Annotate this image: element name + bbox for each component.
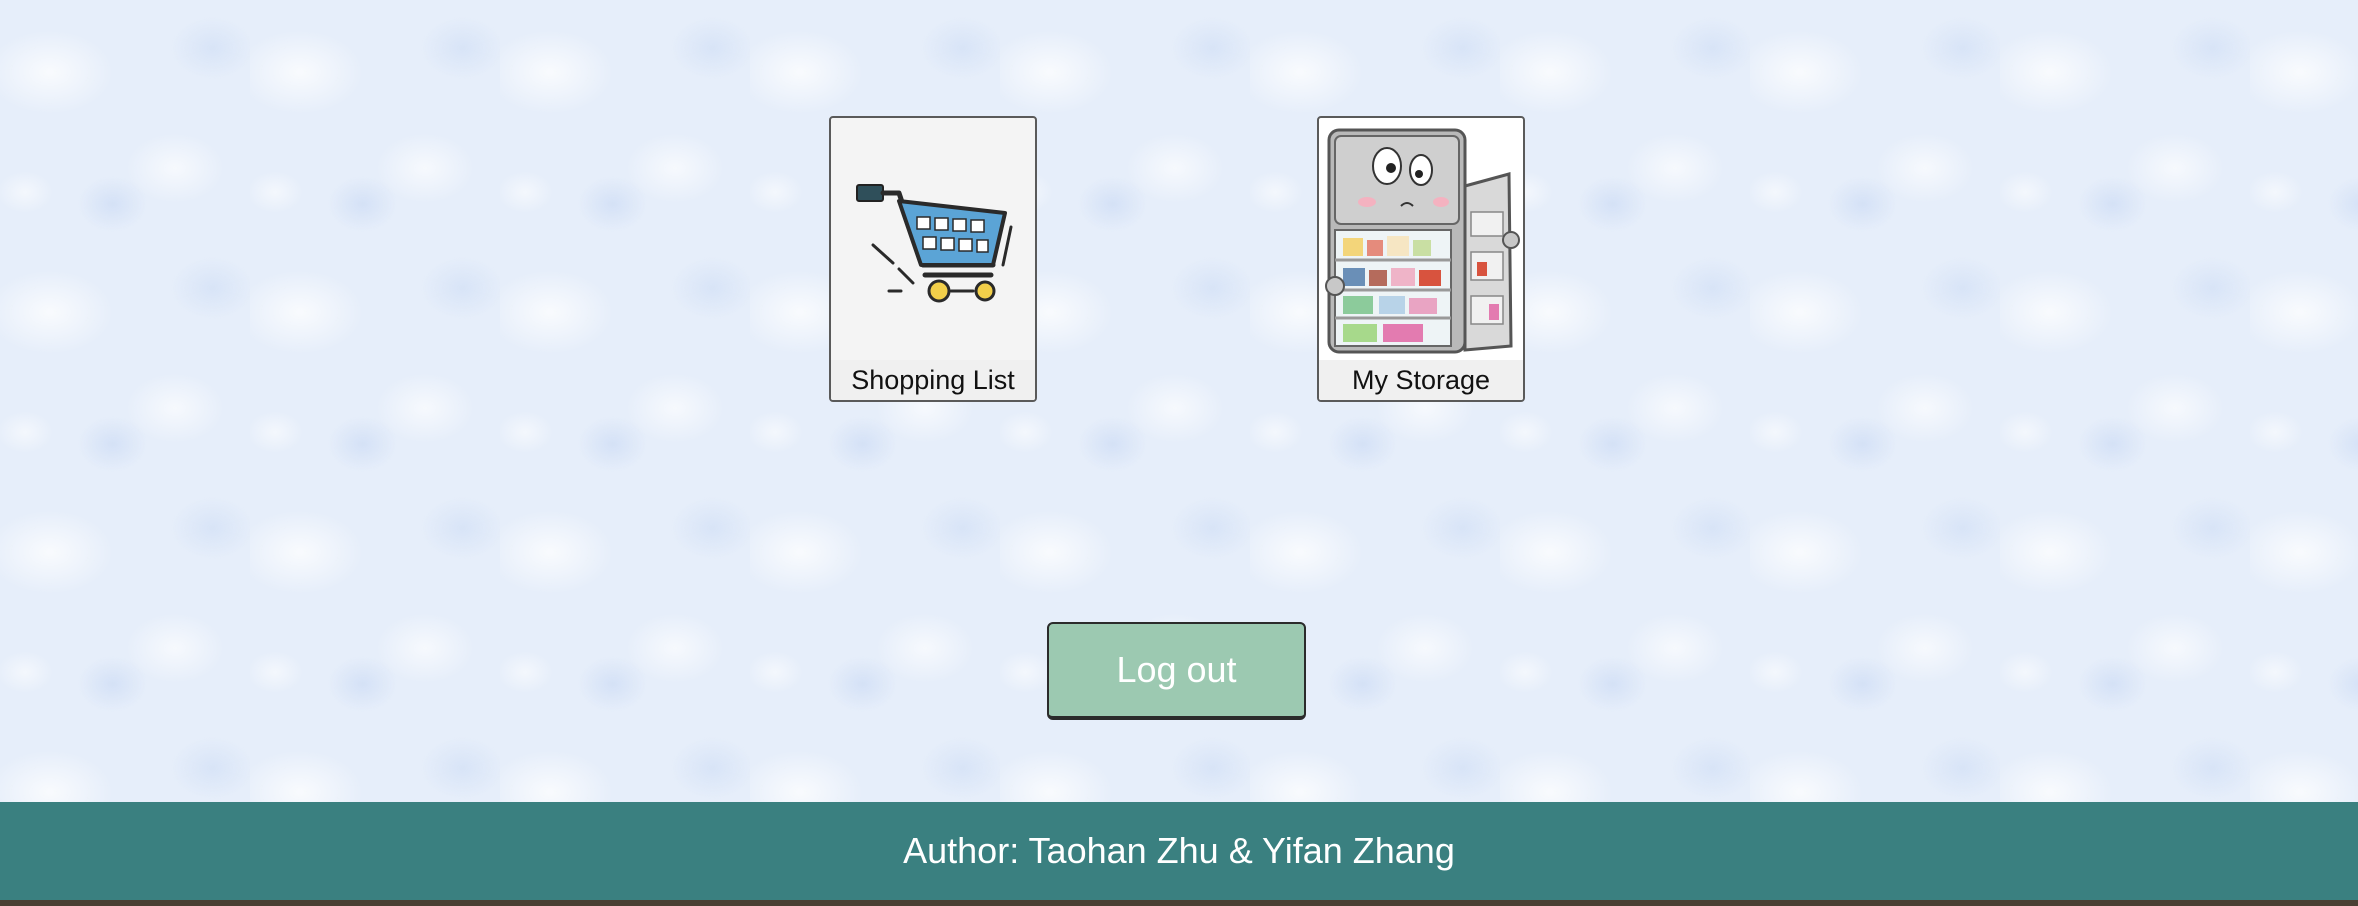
- shopping-list-tile[interactable]: Shopping List: [829, 116, 1037, 402]
- my-storage-label: My Storage: [1319, 360, 1523, 400]
- shopping-list-label: Shopping List: [831, 360, 1035, 400]
- my-storage-tile[interactable]: My Storage: [1317, 116, 1525, 402]
- footer: Author: Taohan Zhu & Yifan Zhang: [0, 802, 2358, 900]
- footer-author-text: Author: Taohan Zhu & Yifan Zhang: [903, 830, 1455, 871]
- refrigerator-icon: [1325, 128, 1520, 354]
- shopping-cart-image: [831, 118, 1035, 362]
- logout-button[interactable]: Log out: [1047, 622, 1306, 720]
- window-bottom-edge: [0, 900, 2358, 906]
- shopping-cart-icon: [856, 184, 1013, 303]
- main-content: Shopping List My Storage Log out: [0, 0, 2358, 802]
- refrigerator-image: [1319, 118, 1523, 362]
